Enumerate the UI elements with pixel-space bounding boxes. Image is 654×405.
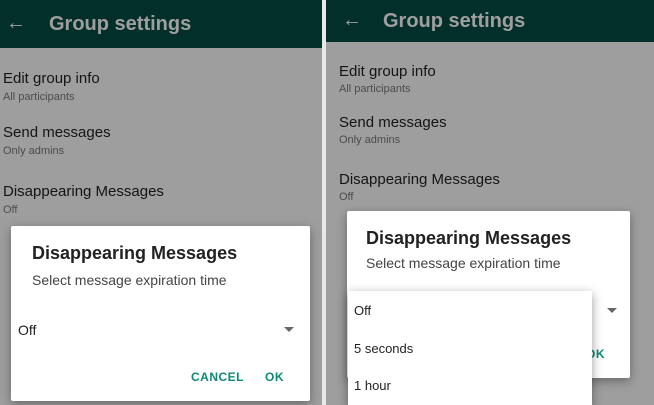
dialog-subtitle: Select message expiration time — [366, 255, 561, 271]
screen-right: ← Group settings Edit group info All par… — [326, 0, 654, 405]
disappearing-messages-dialog: Disappearing Messages Select message exp… — [11, 226, 310, 401]
dialog-title: Disappearing Messages — [366, 228, 572, 248]
expiration-select-value: Off — [18, 322, 37, 338]
ok-button[interactable]: OK — [265, 370, 284, 384]
screen-left: ← Group settings Edit group info All par… — [0, 0, 322, 405]
dialog-title: Disappearing Messages — [32, 243, 238, 263]
dropdown-option-off[interactable]: Off — [354, 303, 371, 318]
dropdown-option-5-seconds[interactable]: 5 seconds — [354, 341, 413, 356]
dropdown-option-1-hour[interactable]: 1 hour — [354, 378, 391, 393]
expiration-dropdown-menu: Off 5 seconds 1 hour — [348, 291, 592, 405]
cancel-button[interactable]: CANCEL — [191, 370, 244, 384]
dropdown-arrow-icon — [284, 327, 294, 332]
dropdown-arrow-icon — [607, 308, 617, 313]
dialog-subtitle: Select message expiration time — [32, 272, 227, 288]
